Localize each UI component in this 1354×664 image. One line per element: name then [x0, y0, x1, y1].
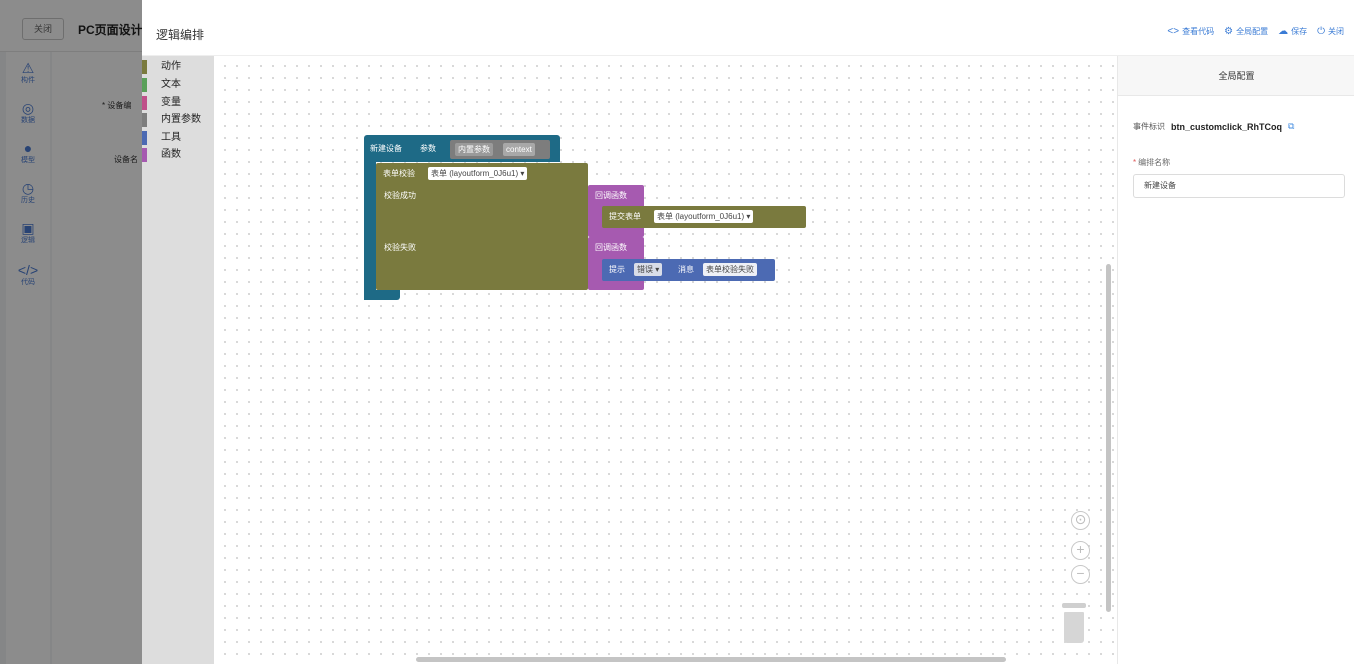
trash-body — [1064, 612, 1084, 643]
chevron-down-icon: ▾ — [520, 169, 525, 178]
category-color-swatch — [142, 113, 147, 127]
global-config-label: 全局配置 — [1236, 27, 1269, 36]
modal-overlay[interactable] — [0, 0, 142, 664]
params-label: 参数 — [420, 144, 436, 153]
form-validate-block[interactable] — [376, 163, 588, 290]
close-button[interactable]: ⏻ 关闭 — [1317, 26, 1344, 37]
global-config-icon: ⚙ — [1224, 26, 1234, 37]
panel-header: 全局配置 — [1118, 56, 1354, 96]
block-workspace[interactable] — [214, 56, 1115, 664]
submit-form-dropdown[interactable]: 表单 (layoutform_0J6u1) ▾ — [654, 210, 754, 223]
save-button[interactable]: ☁ 保存 — [1278, 26, 1307, 37]
success-label: 校验成功 — [384, 191, 416, 200]
zoom-in-icon[interactable]: + — [1071, 541, 1090, 560]
event-id-value: btn_customclick_RhTCoq — [1171, 121, 1283, 132]
event-id-row: 事件标识 btn_customclick_RhTCoq ⧉ — [1133, 121, 1294, 132]
fail-label: 校验失败 — [384, 243, 416, 252]
event-block-spine — [364, 160, 376, 300]
callback-label: 回调函数 — [595, 191, 627, 200]
chevron-down-icon: ▾ — [746, 212, 751, 221]
save-cloud-icon: ☁ — [1278, 26, 1289, 37]
copy-icon[interactable]: ⧉ — [1288, 121, 1294, 132]
category-color-swatch — [142, 131, 147, 145]
vertical-scrollbar[interactable] — [1106, 264, 1111, 612]
tip-type-dropdown[interactable]: 错误 ▾ — [634, 263, 663, 276]
toolbox-category-text[interactable]: 文本 — [142, 78, 214, 92]
toolbox-category-variable[interactable]: 变量 — [142, 96, 214, 110]
category-color-swatch — [142, 96, 147, 110]
chevron-down-icon: ▾ — [655, 265, 660, 274]
category-color-swatch — [142, 60, 147, 74]
view-code-button[interactable]: <> 查看代码 — [1167, 26, 1214, 37]
toolbox-category-functions[interactable]: 函数 — [142, 148, 214, 162]
callback-label: 回调函数 — [595, 243, 627, 252]
form-dropdown[interactable]: 表单 (layoutform_0J6u1) ▾ — [428, 167, 528, 180]
category-color-swatch — [142, 78, 147, 92]
context-field[interactable]: context — [503, 143, 535, 156]
toolbox-category-action[interactable]: 动作 — [142, 60, 214, 74]
submit-form-label: 提交表单 — [609, 212, 641, 221]
orchestration-name-label: * 编排名称 — [1133, 158, 1171, 167]
orchestration-name-input[interactable]: 新建设备 — [1133, 174, 1345, 198]
trash-lid — [1062, 603, 1086, 608]
drawer-title: 逻辑编排 — [156, 28, 205, 42]
toolbox-category-tools[interactable]: 工具 — [142, 131, 214, 145]
tip-label: 提示 — [609, 265, 625, 274]
save-label: 保存 — [1291, 27, 1308, 36]
global-config-panel: 全局配置 事件标识 btn_customclick_RhTCoq ⧉ * 编排名称… — [1117, 56, 1354, 664]
header-actions: <> 查看代码 ⚙ 全局配置 ☁ 保存 ⏻ 关闭 — [1167, 26, 1344, 37]
close-label: 关闭 — [1328, 27, 1344, 36]
view-code-label: 查看代码 — [1182, 27, 1215, 36]
logic-editor-drawer: 逻辑编排 <> 查看代码 ⚙ 全局配置 ☁ 保存 ⏻ 关闭 动作 文本 变量 内… — [142, 0, 1354, 664]
horizontal-scrollbar[interactable] — [416, 657, 1006, 662]
recenter-icon[interactable]: ⊙ — [1071, 511, 1090, 530]
screen: 关闭 PC页面设计 ⚠ 构件 ◎ 数据 ● 模型 ◷ 历史 ▣ 逻辑 </> 代码 * 设备… — [0, 0, 1354, 664]
event-block-label: 新建设备 — [370, 144, 402, 153]
form-validate-label: 表单校验 — [383, 169, 415, 178]
message-field[interactable]: 表单校验失败 — [703, 263, 757, 276]
zoom-out-icon[interactable]: − — [1071, 565, 1090, 584]
trash-icon[interactable] — [1062, 603, 1086, 643]
toolbox-category-builtin-params[interactable]: 内置参数 — [142, 113, 214, 127]
view-code-icon: <> — [1167, 26, 1180, 37]
power-icon: ⏻ — [1317, 26, 1325, 37]
builtin-param-label: 内置参数 — [455, 143, 493, 156]
event-id-label: 事件标识 — [1133, 122, 1165, 131]
event-block-footer — [364, 290, 400, 300]
category-color-swatch — [142, 148, 147, 162]
block-toolbox: 动作 文本 变量 内置参数 工具 函数 — [142, 56, 214, 664]
drawer-header: 逻辑编排 <> 查看代码 ⚙ 全局配置 ☁ 保存 ⏻ 关闭 — [142, 0, 1354, 56]
message-label: 消息 — [678, 265, 694, 274]
global-config-button[interactable]: ⚙ 全局配置 — [1224, 26, 1268, 37]
